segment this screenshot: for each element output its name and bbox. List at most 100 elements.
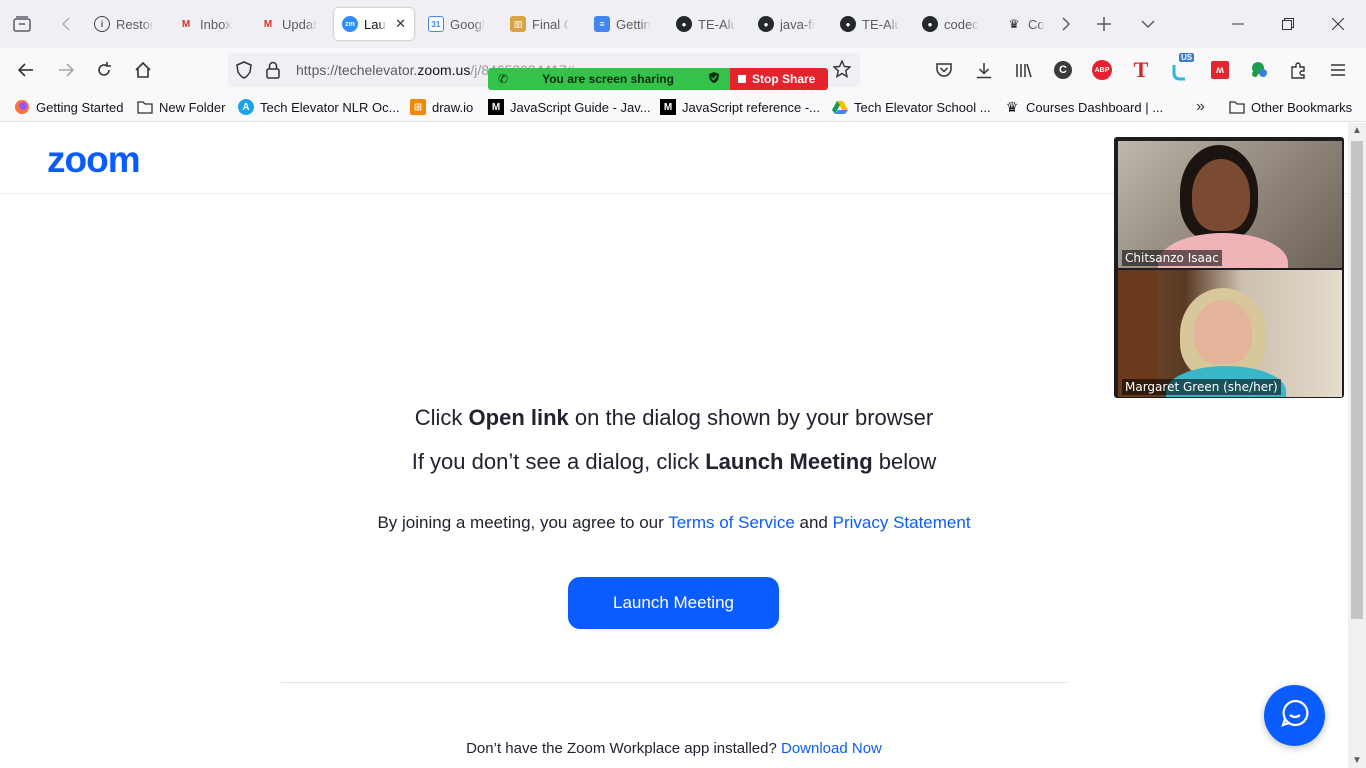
agreement-prefix: By joining a meeting, you agree to our (377, 513, 669, 532)
agreement-text: By joining a meeting, you agree to our T… (0, 513, 1348, 533)
tab-courses[interactable]: ♛ Cou (998, 8, 1052, 40)
bookmark-getting-started[interactable]: Getting Started (14, 98, 123, 116)
background-door (1118, 270, 1158, 397)
tab-label: java-fi (780, 16, 815, 32)
url-scheme: https://techelevator. (296, 62, 418, 78)
zoom-logo[interactable]: zoom (47, 139, 141, 181)
back-icon[interactable] (12, 56, 40, 84)
forward-icon[interactable] (52, 56, 80, 84)
instruction-bold: Open link (468, 405, 569, 430)
c-extension-icon[interactable]: C (1049, 56, 1077, 84)
tab-java-fi[interactable]: ● java-fi (750, 8, 826, 40)
crown-icon: ♛ (1008, 17, 1020, 31)
tab-label: Gettin (616, 16, 651, 32)
instruction-text: below (872, 449, 937, 474)
drawio-icon: ⊞ (410, 99, 426, 115)
t-extension-icon[interactable]: T (1127, 56, 1155, 84)
close-window-icon[interactable] (1318, 10, 1358, 38)
divider (281, 682, 1067, 683)
bookmark-new-folder[interactable]: New Folder (137, 98, 225, 116)
zoom-icon: zm (342, 16, 358, 32)
tab-restore[interactable]: i Restore (86, 8, 162, 40)
page-scrollbar[interactable]: ▲ ▼ (1348, 123, 1366, 768)
bookmark-javascript-guide[interactable]: M JavaScript Guide - Jav... (488, 98, 651, 116)
bookmark-drawio[interactable]: ⊞ draw.io (410, 98, 473, 116)
extensions-puzzle-icon[interactable] (1285, 56, 1313, 84)
scroll-tabs-right-icon[interactable] (1052, 10, 1080, 38)
instruction-text: Click (414, 405, 469, 430)
launch-meeting-button[interactable]: Launch Meeting (568, 577, 779, 629)
home-icon[interactable] (129, 56, 157, 84)
tab-label: TE-Alu (698, 16, 736, 32)
stop-icon (738, 75, 746, 83)
tab-inbox[interactable]: M Inbox (170, 8, 246, 40)
screen-share-status: ✆ You are screen sharing (488, 68, 730, 90)
bookmark-tech-elevator-school[interactable]: Tech Elevator School ... (832, 98, 991, 116)
download-now-link[interactable]: Download Now (781, 740, 882, 757)
tab-google-calendar[interactable]: 31 Googl (420, 8, 498, 40)
lock-icon[interactable] (266, 61, 280, 84)
minimize-icon[interactable] (1218, 10, 1258, 38)
privacy-statement-link[interactable]: Privacy Statement (833, 513, 971, 532)
participant-face (1194, 300, 1252, 364)
bookmark-courses-dashboard[interactable]: ♛ Courses Dashboard | ... (1004, 98, 1163, 116)
scrollbar-thumb[interactable] (1351, 141, 1363, 619)
gmail-icon: M (263, 18, 273, 30)
scroll-tabs-left-icon[interactable] (52, 10, 80, 38)
m-extension-icon[interactable]: ʍ (1206, 56, 1234, 84)
bookmark-other-bookmarks[interactable]: Other Bookmarks (1229, 98, 1352, 116)
tracking-protection-shield-icon[interactable] (236, 61, 252, 84)
gmail-icon: M (181, 18, 191, 30)
bookmark-star-icon[interactable] (832, 59, 852, 83)
downloads-icon[interactable] (970, 56, 998, 84)
reload-icon[interactable] (90, 56, 118, 84)
menu-hamburger-icon[interactable] (1324, 56, 1352, 84)
tab-launch-meeting[interactable]: zm Lau ✕ (334, 8, 414, 40)
trello-icon: ▥ (510, 16, 526, 32)
close-tab-icon[interactable]: ✕ (395, 16, 406, 32)
bookmark-label: JavaScript reference -... (682, 99, 820, 115)
tab-te-alu-1[interactable]: ● TE-Alu (668, 8, 744, 40)
bookmark-label: Getting Started (36, 99, 124, 115)
grammar-extension-icon[interactable] (1245, 56, 1273, 84)
tab-list-icon[interactable] (8, 10, 36, 38)
library-icon[interactable] (1010, 56, 1038, 84)
pocket-icon[interactable] (930, 56, 958, 84)
instruction-bold: Launch Meeting (705, 449, 873, 474)
tab-update[interactable]: M Updat (252, 8, 328, 40)
more-bookmarks-chevron-icon[interactable]: » (1196, 98, 1205, 116)
tab-label: Googl (450, 16, 485, 32)
shield-check-icon (708, 71, 720, 87)
tab-te-alu-2[interactable]: ● TE-Alu (832, 8, 908, 40)
tab-final[interactable]: ▥ Final C (502, 8, 578, 40)
participant-name-tag: Margaret Green (she/her) (1122, 379, 1281, 395)
bookmark-javascript-reference[interactable]: M JavaScript reference -... (660, 98, 820, 116)
participant-video-1[interactable]: Chitsanzo Isaac (1118, 141, 1342, 268)
restore-window-icon[interactable] (1268, 10, 1308, 38)
participant-name-tag: Chitsanzo Isaac (1122, 250, 1222, 266)
github-icon: ● (676, 16, 692, 32)
bookmarks-toolbar: Getting Started New Folder A Tech Elevat… (0, 92, 1366, 122)
bookmark-label: Tech Elevator NLR Oc... (260, 99, 400, 115)
github-icon: ● (922, 16, 938, 32)
tech-elevator-icon: A (238, 99, 254, 115)
bookmark-label: Tech Elevator School ... (854, 99, 991, 115)
folder-icon (1229, 99, 1245, 115)
stop-share-button[interactable]: Stop Share (730, 68, 828, 90)
terms-of-service-link[interactable]: Terms of Service (668, 513, 795, 532)
list-all-tabs-icon[interactable] (1134, 10, 1162, 38)
participant-video-2[interactable]: Margaret Green (she/her) (1118, 270, 1342, 397)
chat-support-button[interactable] (1264, 685, 1325, 746)
adblock-plus-icon[interactable]: ABP (1088, 56, 1116, 84)
zoom-video-panel[interactable]: Chitsanzo Isaac Margaret Green (she/her) (1114, 137, 1344, 398)
tab-codec[interactable]: ● codec (914, 8, 990, 40)
bookmark-tech-elevator-nlr[interactable]: A Tech Elevator NLR Oc... (238, 98, 399, 116)
instruction-line-1: Click Open link on the dialog shown by y… (0, 405, 1348, 431)
download-prompt-text: Don’t have the Zoom Workplace app instal… (466, 740, 781, 757)
scroll-up-icon[interactable]: ▲ (1352, 125, 1362, 136)
firefox-icon (14, 99, 30, 115)
tab-getting[interactable]: ≡ Gettin (586, 8, 662, 40)
us-extension-icon[interactable]: US (1168, 53, 1196, 84)
scroll-down-icon[interactable]: ▼ (1352, 755, 1362, 766)
new-tab-icon[interactable] (1090, 10, 1118, 38)
